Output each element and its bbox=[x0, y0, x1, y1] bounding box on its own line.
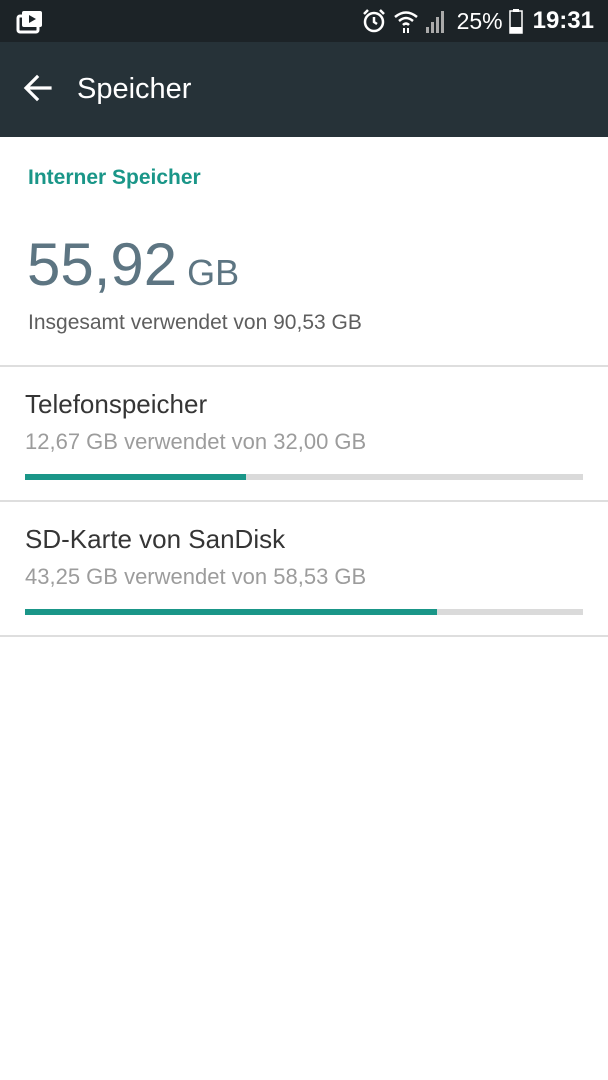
clock: 19:31 bbox=[532, 7, 594, 34]
storage-item-phone[interactable]: Telefonspeicher 12,67 GB verwendet von 3… bbox=[0, 367, 608, 501]
storage-progress-bar bbox=[25, 609, 583, 615]
section-header-internal-storage: Interner Speicher bbox=[28, 166, 201, 189]
wifi-icon bbox=[393, 8, 419, 34]
storage-item-subtitle: 43,25 GB verwendet von 58,53 GB bbox=[25, 564, 367, 589]
signal-icon bbox=[425, 8, 451, 34]
storage-progress-bar bbox=[25, 474, 583, 480]
arrow-back-icon bbox=[23, 73, 53, 108]
storage-item-title: Telefonspeicher bbox=[25, 389, 208, 419]
storage-item-sd-card[interactable]: SD-Karte von SanDisk 43,25 GB verwendet … bbox=[0, 502, 608, 636]
app-bar: Speicher bbox=[0, 42, 608, 137]
storage-item-subtitle: 12,67 GB verwendet von 32,00 GB bbox=[25, 429, 367, 454]
status-icons: 25% 19:31 bbox=[361, 0, 594, 42]
page-title: Speicher bbox=[77, 73, 192, 105]
battery-percent: 25% bbox=[456, 7, 503, 34]
storage-progress-fill bbox=[25, 609, 438, 615]
status-bar: 25% 19:31 bbox=[0, 0, 608, 42]
alarm-icon bbox=[361, 8, 387, 34]
total-used-unit: GB bbox=[187, 252, 240, 293]
total-used-amount: 55,92 GB bbox=[27, 230, 239, 299]
total-used-number: 55,92 bbox=[27, 231, 178, 298]
battery-icon bbox=[508, 8, 523, 34]
total-used-subtitle: Insgesamt verwendet von 90,53 GB bbox=[28, 311, 362, 334]
storage-progress-fill bbox=[25, 474, 246, 480]
back-button[interactable] bbox=[12, 64, 64, 116]
storage-item-title: SD-Karte von SanDisk bbox=[25, 524, 286, 554]
divider bbox=[0, 635, 608, 637]
video-notification-icon bbox=[16, 8, 44, 34]
